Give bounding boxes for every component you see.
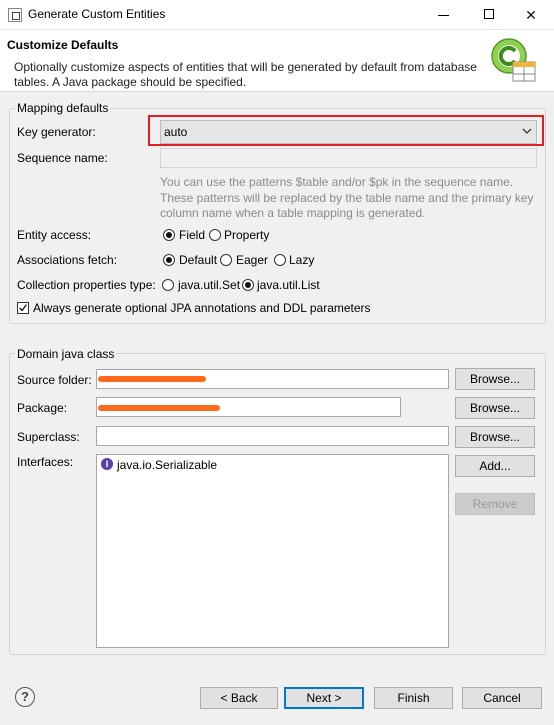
radio-collection-set[interactable] xyxy=(162,279,174,291)
close-button[interactable]: ✕ xyxy=(508,0,554,30)
collection-type-label: Collection properties type: xyxy=(17,278,156,292)
radio-entity-access-property[interactable] xyxy=(209,229,221,241)
source-folder-browse-button[interactable]: Browse... xyxy=(455,368,535,390)
list-item[interactable]: java.io.Serializable xyxy=(117,458,217,472)
radio-fetch-default[interactable] xyxy=(163,254,175,266)
mapping-defaults-title: Mapping defaults xyxy=(15,101,111,115)
radio-label-field: Field xyxy=(179,228,206,242)
superclass-label: Superclass: xyxy=(17,430,80,444)
window-title: Generate Custom Entities xyxy=(28,7,166,21)
interface-icon: I xyxy=(101,458,113,470)
maximize-icon xyxy=(484,9,494,19)
radio-label-list: java.util.List xyxy=(257,278,320,292)
next-button[interactable]: Next > xyxy=(284,687,364,709)
back-button[interactable]: < Back xyxy=(200,687,278,709)
sequence-hint: You can use the patterns $table and/or $… xyxy=(160,175,534,220)
redaction-mark xyxy=(98,405,220,411)
app-window-icon xyxy=(8,8,22,22)
remove-interface-button[interactable]: Remove xyxy=(455,493,535,515)
radio-label-default: Default xyxy=(179,253,218,267)
entity-access-label: Entity access: xyxy=(17,228,92,242)
maximize-button[interactable] xyxy=(467,0,513,30)
radio-label-lazy: Lazy xyxy=(289,253,315,267)
checkmark-icon xyxy=(19,304,27,312)
close-icon: ✕ xyxy=(525,7,537,23)
wizard-header: Customize Defaults Optionally customize … xyxy=(0,30,554,92)
sequence-name-field[interactable] xyxy=(160,148,537,168)
superclass-field[interactable] xyxy=(96,426,449,446)
associations-fetch-label: Associations fetch: xyxy=(17,253,118,267)
radio-label-eager: Eager xyxy=(236,253,269,267)
radio-label-set: java.util.Set xyxy=(178,278,241,292)
radio-label-property: Property xyxy=(224,228,270,242)
source-folder-label: Source folder: xyxy=(17,373,92,387)
radio-fetch-lazy[interactable] xyxy=(274,254,286,266)
redaction-mark xyxy=(98,376,206,382)
highlight-annotation xyxy=(148,115,544,146)
wizard-banner-icon xyxy=(491,38,536,82)
interfaces-label: Interfaces: xyxy=(17,455,74,469)
package-browse-button[interactable]: Browse... xyxy=(455,397,535,419)
key-generator-label: Key generator: xyxy=(17,125,96,139)
radio-fetch-eager[interactable] xyxy=(220,254,232,266)
page-description: Optionally customize aspects of entities… xyxy=(14,60,477,89)
always-generate-label: Always generate optional JPA annotations… xyxy=(33,301,371,315)
domain-java-class-title: Domain java class xyxy=(15,347,117,361)
minimize-icon xyxy=(438,15,449,16)
radio-collection-list[interactable] xyxy=(242,279,254,291)
cancel-button[interactable]: Cancel xyxy=(462,687,542,709)
page-title: Customize Defaults xyxy=(7,38,119,52)
always-generate-checkbox[interactable] xyxy=(17,302,29,314)
add-interface-button[interactable]: Add... xyxy=(455,455,535,477)
title-bar: Generate Custom Entities ✕ xyxy=(0,0,554,30)
minimize-button[interactable] xyxy=(421,0,467,30)
finish-button[interactable]: Finish xyxy=(374,687,453,709)
help-icon[interactable]: ? xyxy=(15,687,35,707)
package-label: Package: xyxy=(17,401,68,415)
interfaces-list[interactable] xyxy=(96,454,449,648)
radio-entity-access-field[interactable] xyxy=(163,229,175,241)
superclass-browse-button[interactable]: Browse... xyxy=(455,426,535,448)
sequence-name-label: Sequence name: xyxy=(17,151,108,165)
